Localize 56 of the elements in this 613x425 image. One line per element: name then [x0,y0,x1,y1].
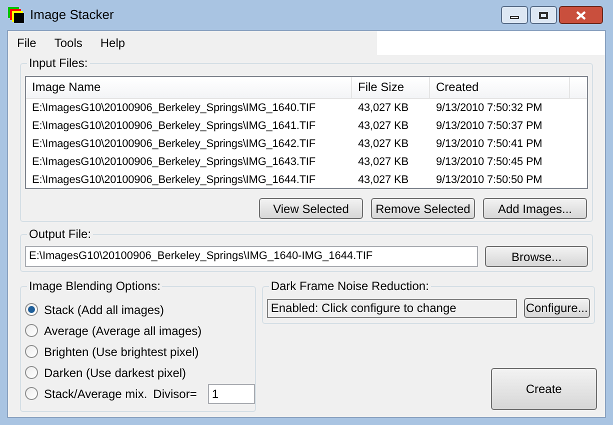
radio-button[interactable] [25,366,38,379]
menu-item[interactable]: File [8,34,46,52]
group-title: Input Files: [27,56,90,70]
file-row[interactable]: E:\ImagesG10\20100906_Berkeley_Springs\IMG_1644.TIF 43,027 KB 9/13/2010 7:50:50 PM [26,171,587,189]
table-cell-text: 43,027 KB [357,101,410,116]
window-title: Image Stacker [30,6,114,24]
column-header[interactable]: Created [430,77,570,98]
radio-label[interactable]: Stack/Average mix. [44,384,148,402]
table-cell-text: E:\ImagesG10\20100906_Berkeley_Springs\IMG_1644.TIF [31,173,317,188]
file-row[interactable]: E:\ImagesG10\20100906_Berkeley_Springs\IMG_1643.TIF 43,027 KB 9/13/2010 7:50:45 PM [26,153,587,171]
table-cell-text: 9/13/2010 7:50:45 PM [435,155,544,170]
file-row[interactable]: E:\ImagesG10\20100906_Berkeley_Springs\IMG_1642.TIF 43,027 KB 9/13/2010 7:50:41 PM [26,135,587,153]
table-cell-text: 9/13/2010 7:50:37 PM [435,119,544,134]
action-button[interactable]: Browse... [485,246,588,267]
column-header[interactable]: File Size [352,77,430,98]
output-field[interactable]: E:\ImagesG10\20100906_Berkeley_Springs\IMG_1640-IMG_1644.TIF [25,246,478,267]
menu-item[interactable]: Tools [45,34,92,52]
close-button[interactable] [559,6,603,24]
status-field: Enabled: Click configure to change [266,298,517,318]
table-cell-text: 9/13/2010 7:50:50 PM [435,173,544,188]
radio-button[interactable] [25,324,38,337]
divisor-field[interactable]: 1 [208,384,255,404]
table-cell-text: E:\ImagesG10\20100906_Berkeley_Springs\IMG_1640.TIF [31,101,317,116]
close-icon [576,10,586,20]
action-button[interactable]: Configure... [524,298,590,318]
file-row[interactable]: E:\ImagesG10\20100906_Berkeley_Springs\IMG_1640.TIF 43,027 KB 9/13/2010 7:50:32 PM [26,99,587,117]
action-button[interactable]: Create [490,368,597,410]
table-cell-text: 9/13/2010 7:50:41 PM [435,137,544,152]
table-cell-text: 43,027 KB [357,173,410,188]
app-icon [8,7,24,23]
radio-button[interactable] [25,387,38,400]
radio-label[interactable]: Average (Average all images) [44,322,202,340]
file-row[interactable]: E:\ImagesG10\20100906_Berkeley_Springs\IMG_1641.TIF 43,027 KB 9/13/2010 7:50:37 PM [26,117,587,135]
minimize-button[interactable] [501,6,528,24]
column-header[interactable]: Image Name [26,77,352,98]
group-title: Dark Frame Noise Reduction: [268,279,431,293]
maximize-button[interactable] [530,6,557,24]
radio-label[interactable]: Brighten (Use brightest pixel) [44,342,199,360]
radio-button[interactable] [25,345,38,358]
table-cell-text: E:\ImagesG10\20100906_Berkeley_Springs\IMG_1643.TIF [31,155,317,170]
action-button[interactable]: View Selected [259,198,363,219]
divisor-label: Divisor= [153,386,197,402]
group-title: Image Blending Options: [27,279,162,293]
table-cell-text: 43,027 KB [357,119,410,134]
table-cell-text: 9/13/2010 7:50:32 PM [435,101,544,116]
action-button[interactable]: Remove Selected [371,198,475,219]
action-button[interactable]: Add Images... [483,198,587,219]
radio-label[interactable]: Stack (Add all images) [44,300,164,318]
table-cell-text: E:\ImagesG10\20100906_Berkeley_Springs\IMG_1642.TIF [31,137,317,152]
table-cell-text: E:\ImagesG10\20100906_Berkeley_Springs\IMG_1641.TIF [31,119,317,134]
menu-item[interactable]: Help [91,34,134,52]
table-cell-text: 43,027 KB [357,137,410,152]
group-title: Output File: [27,227,94,241]
radio-button[interactable] [25,303,38,316]
table-cell-text: 43,027 KB [357,155,410,170]
radio-label[interactable]: Darken (Use darkest pixel) [44,364,186,382]
